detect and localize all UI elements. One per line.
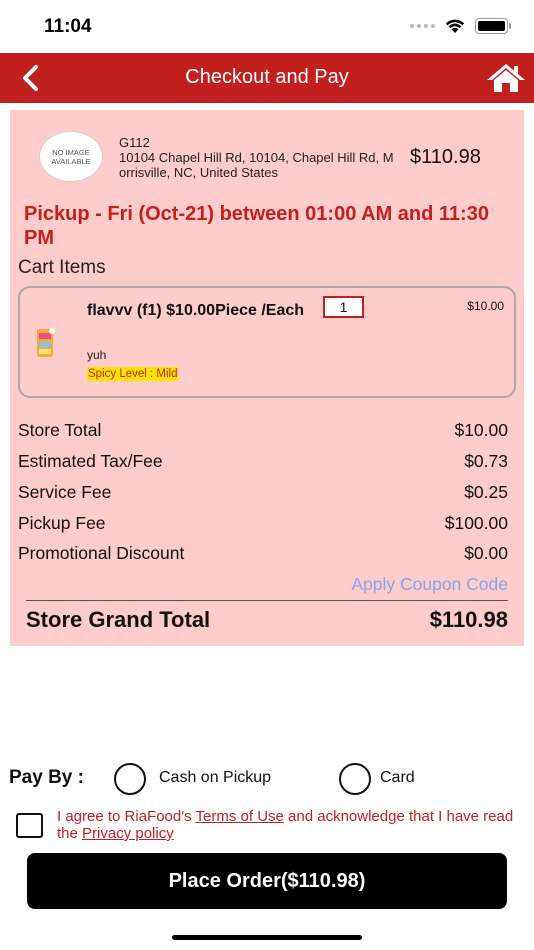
terms-of-use-link[interactable]: Terms of Use xyxy=(196,808,284,825)
signal-dots-icon xyxy=(410,24,435,28)
cash-on-pickup-radio[interactable] xyxy=(114,763,146,795)
item-name: flavvv (f1) $10.00Piece /Each xyxy=(87,302,305,319)
summary-row-promo-discount: Promotional Discount $0.00 xyxy=(18,543,508,567)
terms-prefix: I agree to RiaFood's xyxy=(57,808,196,825)
privacy-policy-link[interactable]: Privacy policy xyxy=(82,825,174,842)
available-text: AVAILABLE xyxy=(51,156,91,166)
pickup-time: Pickup - Fri (Oct-21) between 01:00 AM a… xyxy=(24,203,489,249)
summary-value: $100.00 xyxy=(444,513,508,533)
summary-row-store-total: Store Total $10.00 xyxy=(18,420,508,444)
terms-text: I agree to RiaFood's Terms of Use and ac… xyxy=(57,808,527,842)
summary-label: Estimated Tax/Fee xyxy=(18,451,163,471)
item-note: yuh xyxy=(87,348,107,362)
terms-checkbox[interactable] xyxy=(16,813,43,838)
cart-items-title: Cart Items xyxy=(18,257,106,278)
grand-total-value: $110.98 xyxy=(429,607,508,632)
spicy-level-badge: Spicy Level : Mild xyxy=(87,367,179,381)
store-name: G112 xyxy=(119,135,150,150)
store-image-placeholder: NO IMAGE AVAILABLE xyxy=(39,131,103,182)
card-label[interactable]: Card xyxy=(380,769,415,787)
pay-by-section: Pay By : Cash on Pickup Card xyxy=(0,760,534,796)
app-header: Checkout and Pay xyxy=(0,53,534,103)
summary-label: Promotional Discount xyxy=(18,543,185,563)
cart-item[interactable]: flavvv (f1) $10.00Piece /Each 1 $10.00 y… xyxy=(18,286,516,398)
home-icon xyxy=(487,64,525,92)
wifi-icon xyxy=(445,19,465,33)
status-icons xyxy=(410,18,511,34)
no-image-text: NO IMAGE xyxy=(52,147,90,157)
summary-value: $10.00 xyxy=(454,420,508,440)
summary-row-pickup-fee: Pickup Fee $100.00 xyxy=(18,513,508,537)
home-button[interactable] xyxy=(486,62,526,94)
apply-coupon-link[interactable]: Apply Coupon Code xyxy=(351,574,508,595)
summary-label: Pickup Fee xyxy=(18,513,106,533)
divider xyxy=(26,600,508,601)
pay-by-label: Pay By : xyxy=(9,767,84,788)
summary-row-tax: Estimated Tax/Fee $0.73 xyxy=(18,451,508,475)
page-title: Checkout and Pay xyxy=(185,66,349,88)
summary-value: $0.73 xyxy=(464,451,508,471)
cash-on-pickup-label[interactable]: Cash on Pickup xyxy=(159,769,271,787)
store-address: 10104 Chapel Hill Rd, 10104, Chapel Hill… xyxy=(119,150,394,180)
battery-icon xyxy=(475,18,511,34)
card-radio[interactable] xyxy=(339,763,371,795)
status-bar: 11:04 xyxy=(0,0,534,52)
food-item-icon xyxy=(37,328,55,357)
summary-row-service-fee: Service Fee $0.25 xyxy=(18,482,508,506)
quantity-input[interactable]: 1 xyxy=(323,296,364,318)
place-order-button[interactable]: Place Order($110.98) xyxy=(27,853,507,909)
home-indicator xyxy=(172,935,362,940)
grand-total-label: Store Grand Total xyxy=(26,607,211,632)
summary-value: $0.25 xyxy=(464,482,508,502)
status-time: 11:04 xyxy=(44,16,92,37)
summary-value: $0.00 xyxy=(464,543,508,563)
summary-label: Service Fee xyxy=(18,482,112,502)
summary-label: Store Total xyxy=(18,420,102,440)
item-price: $10.00 xyxy=(467,299,504,313)
checkout-card: NO IMAGE AVAILABLE G112 10104 Chapel Hil… xyxy=(10,110,524,646)
store-total-amount: $110.98 xyxy=(410,146,481,168)
